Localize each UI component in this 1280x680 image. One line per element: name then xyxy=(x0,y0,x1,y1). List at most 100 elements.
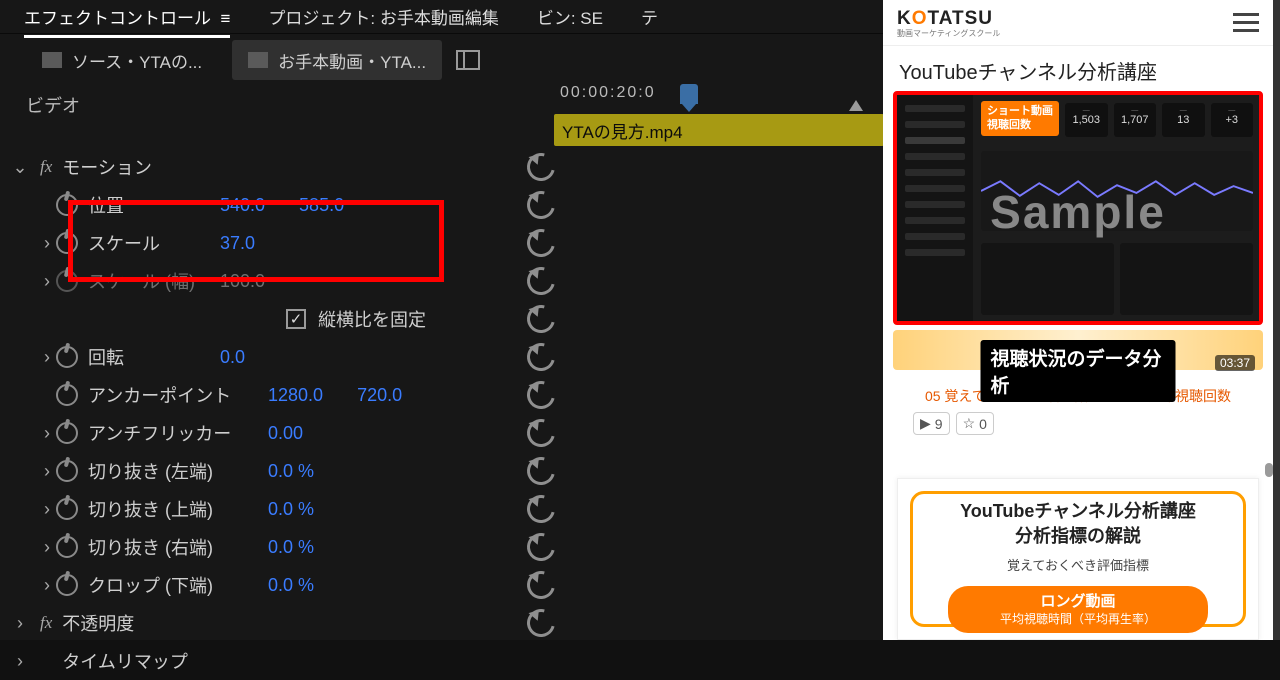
page-title: YouTubeチャンネル分析講座 xyxy=(883,46,1273,91)
yt-sidebar xyxy=(897,95,973,321)
reset-icon[interactable] xyxy=(512,457,542,481)
brand-subtitle: 動画マーケティングスクール xyxy=(897,30,1000,38)
stopwatch-icon[interactable] xyxy=(56,232,78,254)
crop-top-row[interactable]: › 切り抜き (上端) 0.0 % xyxy=(0,490,552,528)
course-card-sub: 覚えておくべき評価指標 xyxy=(918,555,1238,574)
star-icon: ☆ xyxy=(963,415,976,432)
crop-left-row[interactable]: › 切り抜き (左端) 0.0 % xyxy=(0,452,552,490)
stopwatch-icon[interactable] xyxy=(56,346,78,368)
phone-header: KOTATSU 動画マーケティングスクール xyxy=(883,0,1273,46)
source-chip-1[interactable]: ソース・YTAの... xyxy=(26,40,218,80)
stopwatch-icon[interactable] xyxy=(56,384,78,406)
crop-right-row[interactable]: › 切り抜き (右端) 0.0 % xyxy=(0,528,552,566)
crop-left-value[interactable]: 0.0 % xyxy=(268,461,314,482)
course-card-title: YouTubeチャンネル分析講座分析指標の解説 xyxy=(918,499,1238,549)
motion-header-row[interactable]: ⌄ fx モーション xyxy=(0,148,552,186)
scale-value[interactable]: 37.0 xyxy=(220,233,255,254)
play-icon: ▶ xyxy=(920,415,931,432)
stopwatch-icon[interactable] xyxy=(56,536,78,558)
video-thumbnail[interactable]: ショート動画視聴回数 —1,503 —1,707 —13 —+3 Sample xyxy=(893,91,1263,325)
stopwatch-icon[interactable] xyxy=(56,574,78,596)
antiflicker-value[interactable]: 0.00 xyxy=(268,423,303,444)
position-row[interactable]: 位置 540.0 585.0 xyxy=(0,186,552,224)
crop-right-value[interactable]: 0.0 % xyxy=(268,537,314,558)
tab-effect-controls[interactable]: エフェクトコントロール ≡ xyxy=(24,4,230,29)
timeline-clip[interactable]: YTAの見方.mp4 xyxy=(554,114,884,146)
anchor-row[interactable]: アンカーポイント 1280.0 720.0 xyxy=(0,376,552,414)
play-count-chip[interactable]: ▶ 9 xyxy=(913,412,950,435)
reset-icon[interactable] xyxy=(512,153,542,177)
scale-label: スケール xyxy=(88,230,208,256)
crop-top-value[interactable]: 0.0 % xyxy=(268,499,314,520)
reset-icon[interactable] xyxy=(512,343,542,367)
tab-project[interactable]: プロジェクト: お手本動画編集 xyxy=(268,4,498,29)
reset-icon[interactable] xyxy=(512,533,542,557)
opacity-label: 不透明度 xyxy=(62,610,182,636)
reset-icon[interactable] xyxy=(512,381,542,405)
source-chip-1-label: ソース・YTAの... xyxy=(72,48,202,73)
reset-icon[interactable] xyxy=(512,495,542,519)
premiere-panel: エフェクトコントロール ≡ プロジェクト: お手本動画編集 ビン: SE テ ソ… xyxy=(0,0,883,640)
timeremap-row[interactable]: ›fx タイムリマップ xyxy=(0,642,552,680)
source-bar: ソース・YTAの... お手本動画・YTA... xyxy=(0,34,883,86)
crop-bottom-value[interactable]: 0.0 % xyxy=(268,575,314,596)
crop-left-label: 切り抜き (左端) xyxy=(88,458,256,484)
anchor-y-value[interactable]: 720.0 xyxy=(357,385,402,406)
panel-layout-icon[interactable] xyxy=(456,50,480,70)
playhead[interactable] xyxy=(680,84,698,104)
yt-graph xyxy=(981,151,1253,231)
tab-extra[interactable]: テ xyxy=(641,4,658,29)
antiflicker-label: アンチフリッカー xyxy=(88,420,256,446)
reset-icon[interactable] xyxy=(512,229,542,253)
stopwatch-icon[interactable] xyxy=(56,422,78,444)
antiflicker-row[interactable]: › アンチフリッカー 0.00 xyxy=(0,414,552,452)
course-card-button[interactable]: ロング動画 平均視聴時間（平均再生率） xyxy=(948,586,1208,633)
scale-width-value: 100.0 xyxy=(220,271,265,292)
lock-aspect-row[interactable]: ✓ 縦横比を固定 xyxy=(0,300,552,338)
menu-icon[interactable] xyxy=(1233,13,1259,32)
lock-aspect-checkbox[interactable]: ✓ xyxy=(286,309,306,329)
reset-icon[interactable] xyxy=(512,267,542,291)
motion-label: モーション xyxy=(62,154,182,180)
timecode: 00:00:20:0 xyxy=(560,84,656,102)
opacity-row[interactable]: ›fx 不透明度 xyxy=(0,604,552,642)
reset-icon[interactable] xyxy=(512,571,542,595)
duration-badge: 03:37 xyxy=(1215,355,1255,371)
stopwatch-icon[interactable] xyxy=(56,194,78,216)
source-chip-2-label: お手本動画・YTA... xyxy=(278,48,426,73)
anchor-x-value[interactable]: 1280.0 xyxy=(268,385,323,406)
expand-icon[interactable]: ⌄ xyxy=(0,157,40,178)
timeremap-label: タイムリマップ xyxy=(62,648,188,674)
reset-icon[interactable] xyxy=(512,305,542,329)
star-count-chip[interactable]: ☆ 0 xyxy=(956,412,994,435)
scale-row[interactable]: › スケール 37.0 xyxy=(0,224,552,262)
course-card[interactable]: YouTubeチャンネル分析講座分析指標の解説 覚えておくべき評価指標 ロング動… xyxy=(897,478,1259,640)
clip-icon xyxy=(42,52,62,68)
panel-tabs: エフェクトコントロール ≡ プロジェクト: お手本動画編集 ビン: SE テ xyxy=(0,0,883,34)
position-y-value[interactable]: 585.0 xyxy=(299,195,344,216)
crop-top-label: 切り抜き (上端) xyxy=(88,496,256,522)
reset-icon[interactable] xyxy=(512,609,542,633)
position-x-value[interactable]: 540.0 xyxy=(220,195,265,216)
rotation-value[interactable]: 0.0 xyxy=(220,347,245,368)
short-views-badge: ショート動画視聴回数 xyxy=(981,101,1059,136)
stopwatch-icon xyxy=(56,270,78,292)
expand-icon[interactable]: › xyxy=(0,233,56,254)
position-label: 位置 xyxy=(88,192,208,218)
stopwatch-icon[interactable] xyxy=(56,498,78,520)
tab-bin[interactable]: ビン: SE xyxy=(537,4,603,29)
sort-triangle-icon[interactable] xyxy=(849,100,863,111)
crop-bottom-row[interactable]: › クロップ (下端) 0.0 % xyxy=(0,566,552,604)
stopwatch-icon[interactable] xyxy=(56,460,78,482)
rotation-label: 回転 xyxy=(88,344,208,370)
scroll-indicator[interactable] xyxy=(1265,463,1273,477)
reset-icon[interactable] xyxy=(512,191,542,215)
rotation-row[interactable]: › 回転 0.0 xyxy=(0,338,552,376)
reset-icon[interactable] xyxy=(512,419,542,443)
crop-right-label: 切り抜き (右端) xyxy=(88,534,256,560)
stat-chips: ▶ 9 ☆ 0 xyxy=(913,412,994,435)
lock-aspect-label: 縦横比を固定 xyxy=(318,306,438,332)
source-chip-2[interactable]: お手本動画・YTA... xyxy=(232,40,442,80)
phone-mock: KOTATSU 動画マーケティングスクール YouTubeチャンネル分析講座 シ… xyxy=(883,0,1273,640)
crop-bottom-label: クロップ (下端) xyxy=(88,572,256,598)
